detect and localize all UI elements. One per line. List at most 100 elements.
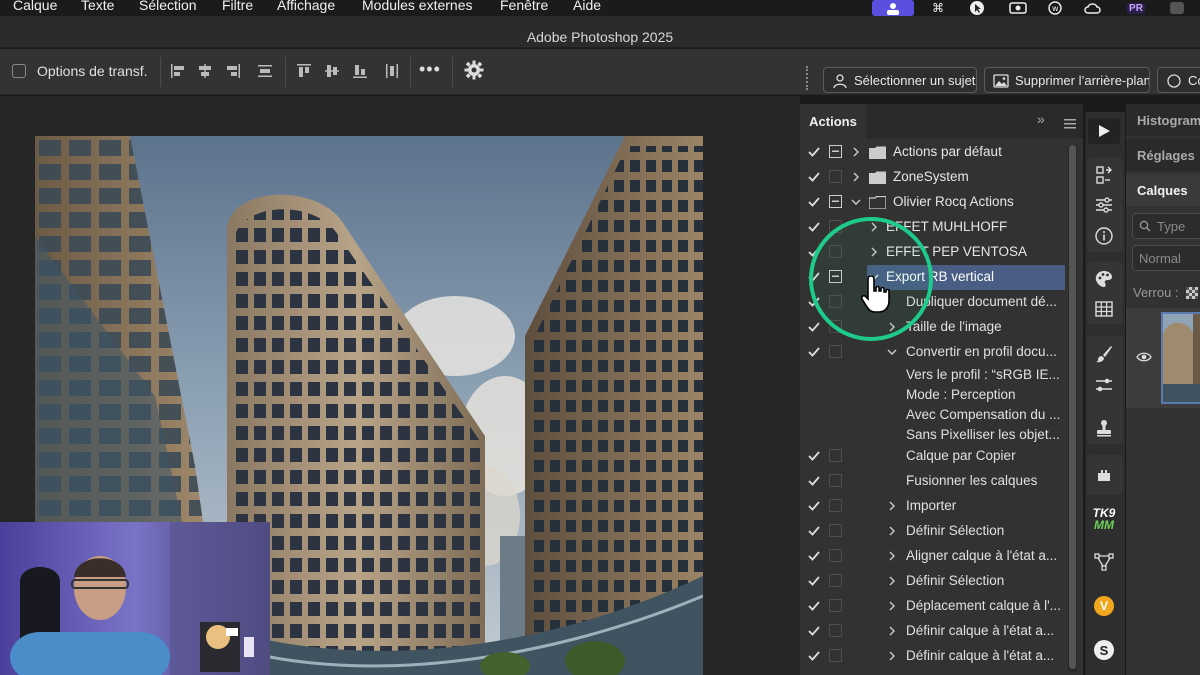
action-step-row[interactable]: Fusionner les calques — [800, 469, 1066, 494]
command-icon[interactable]: ⌘ — [928, 0, 948, 16]
checkmark-icon[interactable] — [808, 450, 820, 462]
action-step-row[interactable]: Aligner calque à l'état a... — [800, 544, 1066, 569]
action-step-row[interactable]: Calque par Copier — [800, 444, 1066, 469]
clone-stamp-icon[interactable] — [1093, 417, 1115, 439]
more-options-button[interactable]: ••• — [419, 59, 441, 80]
chevron-right-icon[interactable] — [887, 551, 897, 561]
dialog-toggle-empty[interactable] — [829, 449, 842, 462]
menu-calque[interactable]: Calque — [13, 0, 57, 13]
cursor-icon[interactable] — [967, 0, 987, 16]
checkmark-icon[interactable] — [808, 650, 820, 662]
layer-filter-input[interactable]: Type — [1132, 213, 1200, 239]
tab-histogram[interactable]: Histogramme — [1126, 104, 1200, 136]
dialog-toggle-empty[interactable] — [829, 170, 842, 183]
brush-icon[interactable] — [1093, 343, 1115, 365]
adjust-sliders-icon[interactable] — [1093, 194, 1115, 216]
menu-filtre[interactable]: Filtre — [222, 0, 253, 13]
dialog-toggle-icon[interactable] — [829, 145, 842, 158]
checkmark-icon[interactable] — [808, 171, 820, 183]
align-top-icon[interactable] — [296, 63, 312, 79]
align-middle-vertical-icon[interactable] — [324, 63, 340, 79]
chevron-right-icon[interactable] — [851, 147, 861, 157]
checkmark-icon[interactable] — [808, 600, 820, 612]
lock-transparency-icon[interactable] — [1186, 287, 1199, 299]
dialog-toggle-empty[interactable] — [829, 549, 842, 562]
menu-selection[interactable]: Sélection — [139, 0, 197, 13]
chevron-down-icon[interactable] — [851, 197, 861, 207]
contextual-bar-handle[interactable] — [806, 66, 809, 90]
layer-thumbnail[interactable] — [1161, 312, 1200, 404]
action-step-row[interactable]: Définir Sélection — [800, 569, 1066, 594]
chevron-right-icon[interactable] — [887, 501, 897, 511]
align-bottom-icon[interactable] — [352, 63, 368, 79]
transform-options-checkbox[interactable] — [12, 64, 26, 78]
collapse-panel-button[interactable]: » — [1037, 111, 1045, 127]
action-step-row[interactable]: Déplacement calque à l'... — [800, 594, 1066, 619]
align-center-horizontal-icon[interactable] — [197, 63, 213, 79]
dialog-toggle-empty[interactable] — [829, 474, 842, 487]
action-step-row[interactable]: Importer — [800, 494, 1066, 519]
dialog-toggle-icon[interactable] — [829, 195, 842, 208]
chevron-right-icon[interactable] — [887, 576, 897, 586]
select-subject-button[interactable]: Sélectionner un sujet — [823, 67, 977, 93]
menu-fenetre[interactable]: Fenêtre — [500, 0, 548, 13]
menu-aide[interactable]: Aide — [573, 0, 601, 13]
action-set-row[interactable]: ZoneSystem — [800, 165, 1066, 190]
align-right-icon[interactable] — [225, 63, 241, 79]
chevron-down-icon[interactable] — [887, 347, 897, 357]
dialog-toggle-empty[interactable] — [829, 499, 842, 512]
checkmark-icon[interactable] — [808, 625, 820, 637]
action-set-row[interactable]: Olivier Rocq Actions — [800, 190, 1066, 215]
scrollbar-thumb[interactable] — [1069, 145, 1076, 669]
dialog-toggle-empty[interactable] — [829, 574, 842, 587]
s-plugin-icon[interactable]: S — [1093, 639, 1115, 661]
creative-cloud-icon[interactable] — [1082, 0, 1104, 16]
premiere-icon[interactable]: PR — [1125, 0, 1147, 16]
action-step-row[interactable]: Définir calque à l'état a... — [800, 644, 1066, 669]
brush-settings-icon[interactable] — [1093, 374, 1115, 396]
blend-mode-select[interactable]: Normal — [1132, 245, 1200, 271]
menu-affichage[interactable]: Affichage — [277, 0, 335, 13]
panel-menu-icon[interactable] — [1064, 116, 1076, 129]
camera-icon[interactable] — [1007, 0, 1029, 16]
dialog-toggle-empty[interactable] — [829, 524, 842, 537]
menu-modules-externes[interactable]: Modules externes — [362, 0, 473, 13]
history-icon[interactable] — [1093, 164, 1115, 186]
v-plugin-icon[interactable]: V — [1093, 595, 1115, 617]
remove-background-button[interactable]: Supprimer l’arrière-plan — [984, 67, 1150, 93]
chevron-right-icon[interactable] — [887, 601, 897, 611]
grid-icon[interactable] — [1093, 298, 1115, 320]
checkmark-icon[interactable] — [808, 146, 820, 158]
whatsapp-icon[interactable]: w — [1045, 0, 1065, 16]
color-palette-icon[interactable] — [1093, 268, 1115, 290]
tab-adjustments[interactable]: Réglages — [1126, 139, 1200, 171]
tab-actions[interactable]: Actions — [800, 104, 866, 138]
path-icon[interactable] — [1093, 551, 1115, 573]
action-set-row[interactable]: Actions par défaut — [800, 140, 1066, 165]
action-step-row[interactable]: Définir Sélection — [800, 519, 1066, 544]
contextual-more-button[interactable]: Co — [1157, 67, 1200, 93]
tab-layers[interactable]: Calques — [1126, 174, 1200, 206]
app-icon[interactable] — [1167, 0, 1187, 16]
distribute-vertical-icon[interactable] — [384, 63, 400, 79]
menu-texte[interactable]: Texte — [81, 0, 114, 13]
action-step-row[interactable]: Définir calque à l'état a... — [800, 619, 1066, 644]
tk9-icon[interactable]: TK9 MM — [1091, 505, 1117, 533]
chevron-right-icon[interactable] — [887, 526, 897, 536]
dialog-toggle-empty[interactable] — [829, 345, 842, 358]
dialog-toggle-empty[interactable] — [829, 624, 842, 637]
actions-scrollbar[interactable] — [1068, 145, 1077, 673]
plugin-icon[interactable] — [1093, 464, 1115, 486]
align-left-icon[interactable] — [170, 63, 186, 79]
checkmark-icon[interactable] — [808, 525, 820, 537]
checkmark-icon[interactable] — [808, 346, 820, 358]
checkmark-icon[interactable] — [808, 475, 820, 487]
eye-icon[interactable] — [1136, 351, 1152, 363]
play-icon[interactable] — [1088, 118, 1120, 144]
info-icon[interactable] — [1093, 225, 1115, 247]
checkmark-icon[interactable] — [808, 500, 820, 512]
checkmark-icon[interactable] — [808, 575, 820, 587]
distribute-horizontal-icon[interactable] — [257, 63, 273, 79]
checkmark-icon[interactable] — [808, 550, 820, 562]
dialog-toggle-empty[interactable] — [829, 649, 842, 662]
